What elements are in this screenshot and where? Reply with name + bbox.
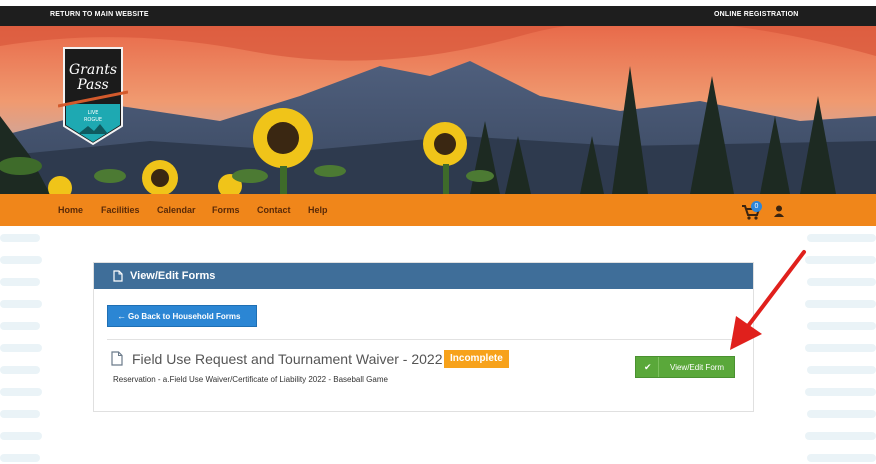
logo-badge: Grants Pass LIVE ROGUE — [57, 47, 129, 146]
nav-facilities[interactable]: Facilities — [101, 205, 140, 215]
nav-contact[interactable]: Contact — [257, 205, 291, 215]
grants-pass-logo[interactable]: Grants Pass LIVE ROGUE — [57, 44, 129, 146]
form-document-icon — [111, 351, 123, 366]
divider — [107, 339, 739, 340]
top-bar: RETURN TO MAIN WEBSITE ONLINE REGISTRATI… — [0, 6, 876, 26]
nav-forms[interactable]: Forms — [212, 205, 240, 215]
logo-text-pass: Pass — [76, 77, 109, 93]
button-separator — [658, 357, 659, 377]
status-badge: Incomplete — [444, 350, 509, 368]
hero-banner — [0, 26, 876, 194]
red-arrow-annotation — [730, 250, 806, 350]
arrow-left-icon: ← — [117, 311, 126, 321]
go-back-to-household-forms-button[interactable]: ← Go Back to Household Forms — [107, 305, 257, 327]
document-icon — [113, 270, 123, 282]
view-edit-forms-panel: View/Edit Forms ← Go Back to Household F… — [93, 262, 754, 412]
logo-tagline-rogue: ROGUE — [84, 117, 102, 123]
logo-text-grants: Grants — [69, 62, 117, 78]
online-registration-link[interactable]: ONLINE REGISTRATION — [714, 11, 799, 18]
logo-tagline-live: LIVE — [88, 110, 99, 116]
background-pattern-left — [0, 234, 42, 462]
return-to-main-website-link[interactable]: RETURN TO MAIN WEBSITE — [50, 11, 149, 18]
panel-title: View/Edit Forms — [130, 270, 216, 282]
form-subtitle: Reservation - a.Field Use Waiver/Certifi… — [113, 375, 388, 384]
cart-count-badge: 0 — [751, 201, 762, 212]
user-icon[interactable] — [774, 205, 784, 217]
back-button-label: Go Back to Household Forms — [128, 312, 241, 321]
check-icon: ✔ — [644, 362, 652, 372]
view-edit-form-button[interactable]: ✔ View/Edit Form — [635, 356, 735, 378]
main-navbar: Home Facilities Calendar Forms Contact H… — [0, 194, 876, 226]
nav-help[interactable]: Help — [308, 205, 328, 215]
nav-calendar[interactable]: Calendar — [157, 205, 196, 215]
panel-header: View/Edit Forms — [94, 263, 753, 289]
view-edit-form-label: View/Edit Form — [670, 363, 725, 372]
form-title: Field Use Request and Tournament Waiver … — [132, 351, 443, 367]
nav-home[interactable]: Home — [58, 205, 83, 215]
banner-image — [0, 26, 876, 194]
